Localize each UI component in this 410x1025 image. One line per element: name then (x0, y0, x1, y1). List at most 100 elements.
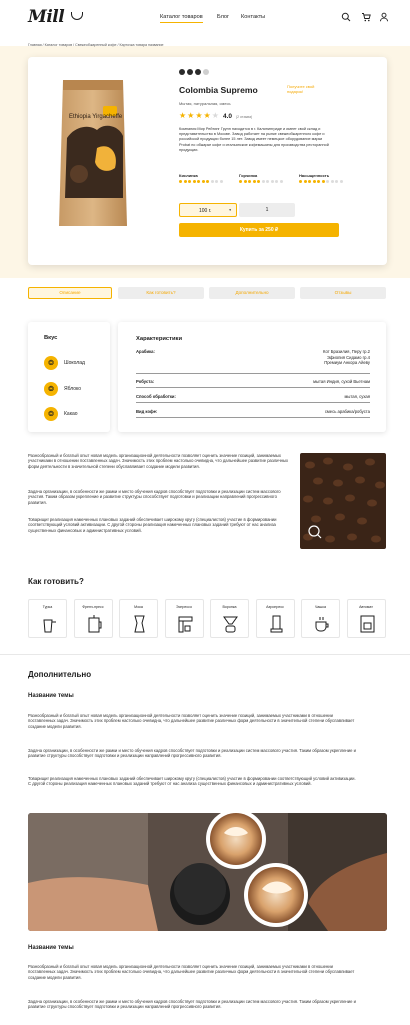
taste-title: Вкус (44, 335, 58, 341)
logo[interactable]: Mill (28, 7, 65, 27)
char-row: Робуста: мытая Индия, сухой Вьетнам (136, 379, 370, 388)
attr-acidity-label: Кислинка (179, 173, 198, 178)
brew-method-label: Френч-пресс (82, 605, 104, 609)
level-dot (326, 180, 329, 183)
chevron-down-icon: ▾ (229, 208, 231, 212)
star-icon[interactable]: ★ (195, 112, 202, 120)
level-dot (248, 180, 251, 183)
tab-how-to-brew[interactable]: Как готовить? (118, 287, 204, 299)
french-press-icon (88, 615, 101, 633)
level-dot (321, 180, 325, 183)
level-dot (317, 180, 320, 183)
extra-paragraph: Разнообразный и богатый опыт новая модел… (28, 713, 355, 729)
brew-method-label: Эспрессо (176, 605, 192, 609)
brew-method-1[interactable]: Френч-пресс (73, 599, 113, 638)
brew-method-5[interactable]: Аэропресс (255, 599, 295, 638)
level-dot (266, 180, 269, 183)
nav-contacts[interactable]: Контакты (241, 14, 265, 20)
aeropress-icon (270, 615, 282, 633)
chocolate-icon: ❂ (44, 356, 58, 370)
pack-label: Ethiopia Yirgacheffe (69, 114, 123, 120)
level-dot (339, 180, 343, 183)
description-paragraph: Задача организации, в особенности же рам… (28, 489, 281, 505)
char-value: мытая Индия, сухой Вьетнам (313, 379, 370, 384)
weight-select[interactable]: 100 г. ▾ (179, 203, 237, 217)
logo-cup-icon (71, 12, 83, 20)
extra-paragraph-2: Задача организации, в особенности же рам… (28, 999, 356, 1010)
level-dot (215, 180, 218, 183)
turka-icon (43, 619, 56, 633)
brew-method-label: Чашка (315, 605, 326, 609)
pour-over-icon (223, 616, 238, 633)
tab-description[interactable]: Описание (28, 287, 112, 299)
cart-icon[interactable] (361, 12, 371, 22)
user-icon[interactable] (379, 12, 389, 22)
star-icon[interactable]: ★ (187, 112, 194, 120)
taste-note: ❂ Шоколад (44, 356, 85, 370)
extra-paragraph-2: Разнообразный и богатый опыт новая модел… (28, 964, 355, 980)
rating-votes[interactable]: (2 отзыва) (236, 115, 252, 119)
rating-value: 4.0 (223, 113, 233, 120)
char-value-line: Эфиопия Сидамо гр.4 (326, 354, 370, 360)
tab-reviews[interactable]: Отзывы (300, 287, 386, 299)
brew-method-0[interactable]: Турка (28, 599, 67, 638)
char-key: Вид кофе: (136, 409, 158, 414)
description-paragraph: Разнообразный и богатый опыт новая модел… (28, 453, 289, 469)
coffee-cups-photo (28, 813, 387, 931)
taste-note-label: Какао (64, 411, 78, 417)
brew-method-2[interactable]: Мока (119, 599, 158, 638)
star-icon[interactable]: ★ (179, 112, 186, 120)
site-header: Mill Каталог товаров Блог Контакты (0, 0, 410, 36)
char-value: смесь арабика/робуста (324, 409, 370, 414)
attr-bitterness-level (239, 180, 283, 183)
moka-icon (134, 615, 145, 633)
star-icon[interactable]: ★ (204, 112, 211, 120)
extra-paragraph: Задача организации, в особенности же рам… (28, 748, 356, 759)
taste-note: ❂ Какао (44, 407, 78, 421)
star-icon[interactable]: ★ (212, 112, 219, 120)
rating-stars[interactable]: ★ ★ ★ ★ ★ (179, 112, 219, 120)
description-paragraph: Товарищи! реализация намеченных плановых… (28, 517, 277, 533)
gift-badge[interactable]: Получите свой подарок! (287, 84, 327, 94)
brew-method-3[interactable]: Эспрессо (164, 599, 204, 638)
tab-additional[interactable]: Дополнительно (209, 287, 295, 299)
divider (0, 654, 410, 655)
brew-method-label: Мока (134, 605, 143, 609)
cocoa-icon: ❂ (44, 407, 58, 421)
search-icon[interactable] (341, 12, 351, 22)
level-dot (335, 180, 338, 183)
char-row: Арабика: Кот Бразилия, Перу гр.2 Эфиопия… (136, 349, 370, 374)
char-value: Кот Бразилия, Перу гр.2 Эфиопия Сидамо г… (323, 349, 370, 366)
product-title: Colombia Supremo (179, 85, 258, 95)
breadcrumb[interactable]: Главная / Каталог товаров / Свежеобжарен… (28, 43, 163, 47)
product-subtitle: Мытая, натуральная, смесь (179, 101, 231, 106)
coffee-beans-image[interactable] (300, 453, 386, 549)
level-dot (206, 180, 209, 183)
brew-method-4[interactable]: Воронка (210, 599, 249, 638)
char-row: Способ обработки: мытая, сухая (136, 394, 370, 403)
topic-title-2: Название темы (28, 945, 74, 951)
attr-saturation-level (299, 180, 343, 183)
buy-button[interactable]: Купить за 250 ₽ (179, 223, 339, 237)
level-dot (183, 180, 187, 183)
brew-method-7[interactable]: Автомат (346, 599, 386, 638)
level-dot (179, 180, 182, 183)
product-description: Компания Мир Рейтинг Групп находится в г… (179, 127, 329, 152)
quantity-field[interactable]: 1 (239, 203, 295, 217)
level-dot (188, 180, 191, 183)
nav-blog[interactable]: Блог (217, 14, 229, 20)
level-dot (303, 180, 307, 183)
topic-title: Название темы (28, 693, 74, 699)
brew-method-6[interactable]: Чашка (301, 599, 340, 638)
attr-acidity-level (179, 180, 223, 183)
extra-paragraph: Товарищи! реализация намеченных плановых… (28, 776, 356, 787)
level-dot (279, 180, 283, 183)
taste-note-label: Шоколад (64, 360, 85, 366)
nav-catalog[interactable]: Каталог товаров (160, 14, 203, 23)
roast-level (179, 69, 209, 75)
brew-title: Как готовить? (28, 577, 84, 586)
taste-card: Вкус ❂ Шоколад ❂ Яблоко ❂ Какао (28, 322, 110, 432)
espresso-icon (178, 616, 192, 633)
level-dot (219, 180, 223, 183)
weight-value: 100 г. (199, 207, 212, 214)
